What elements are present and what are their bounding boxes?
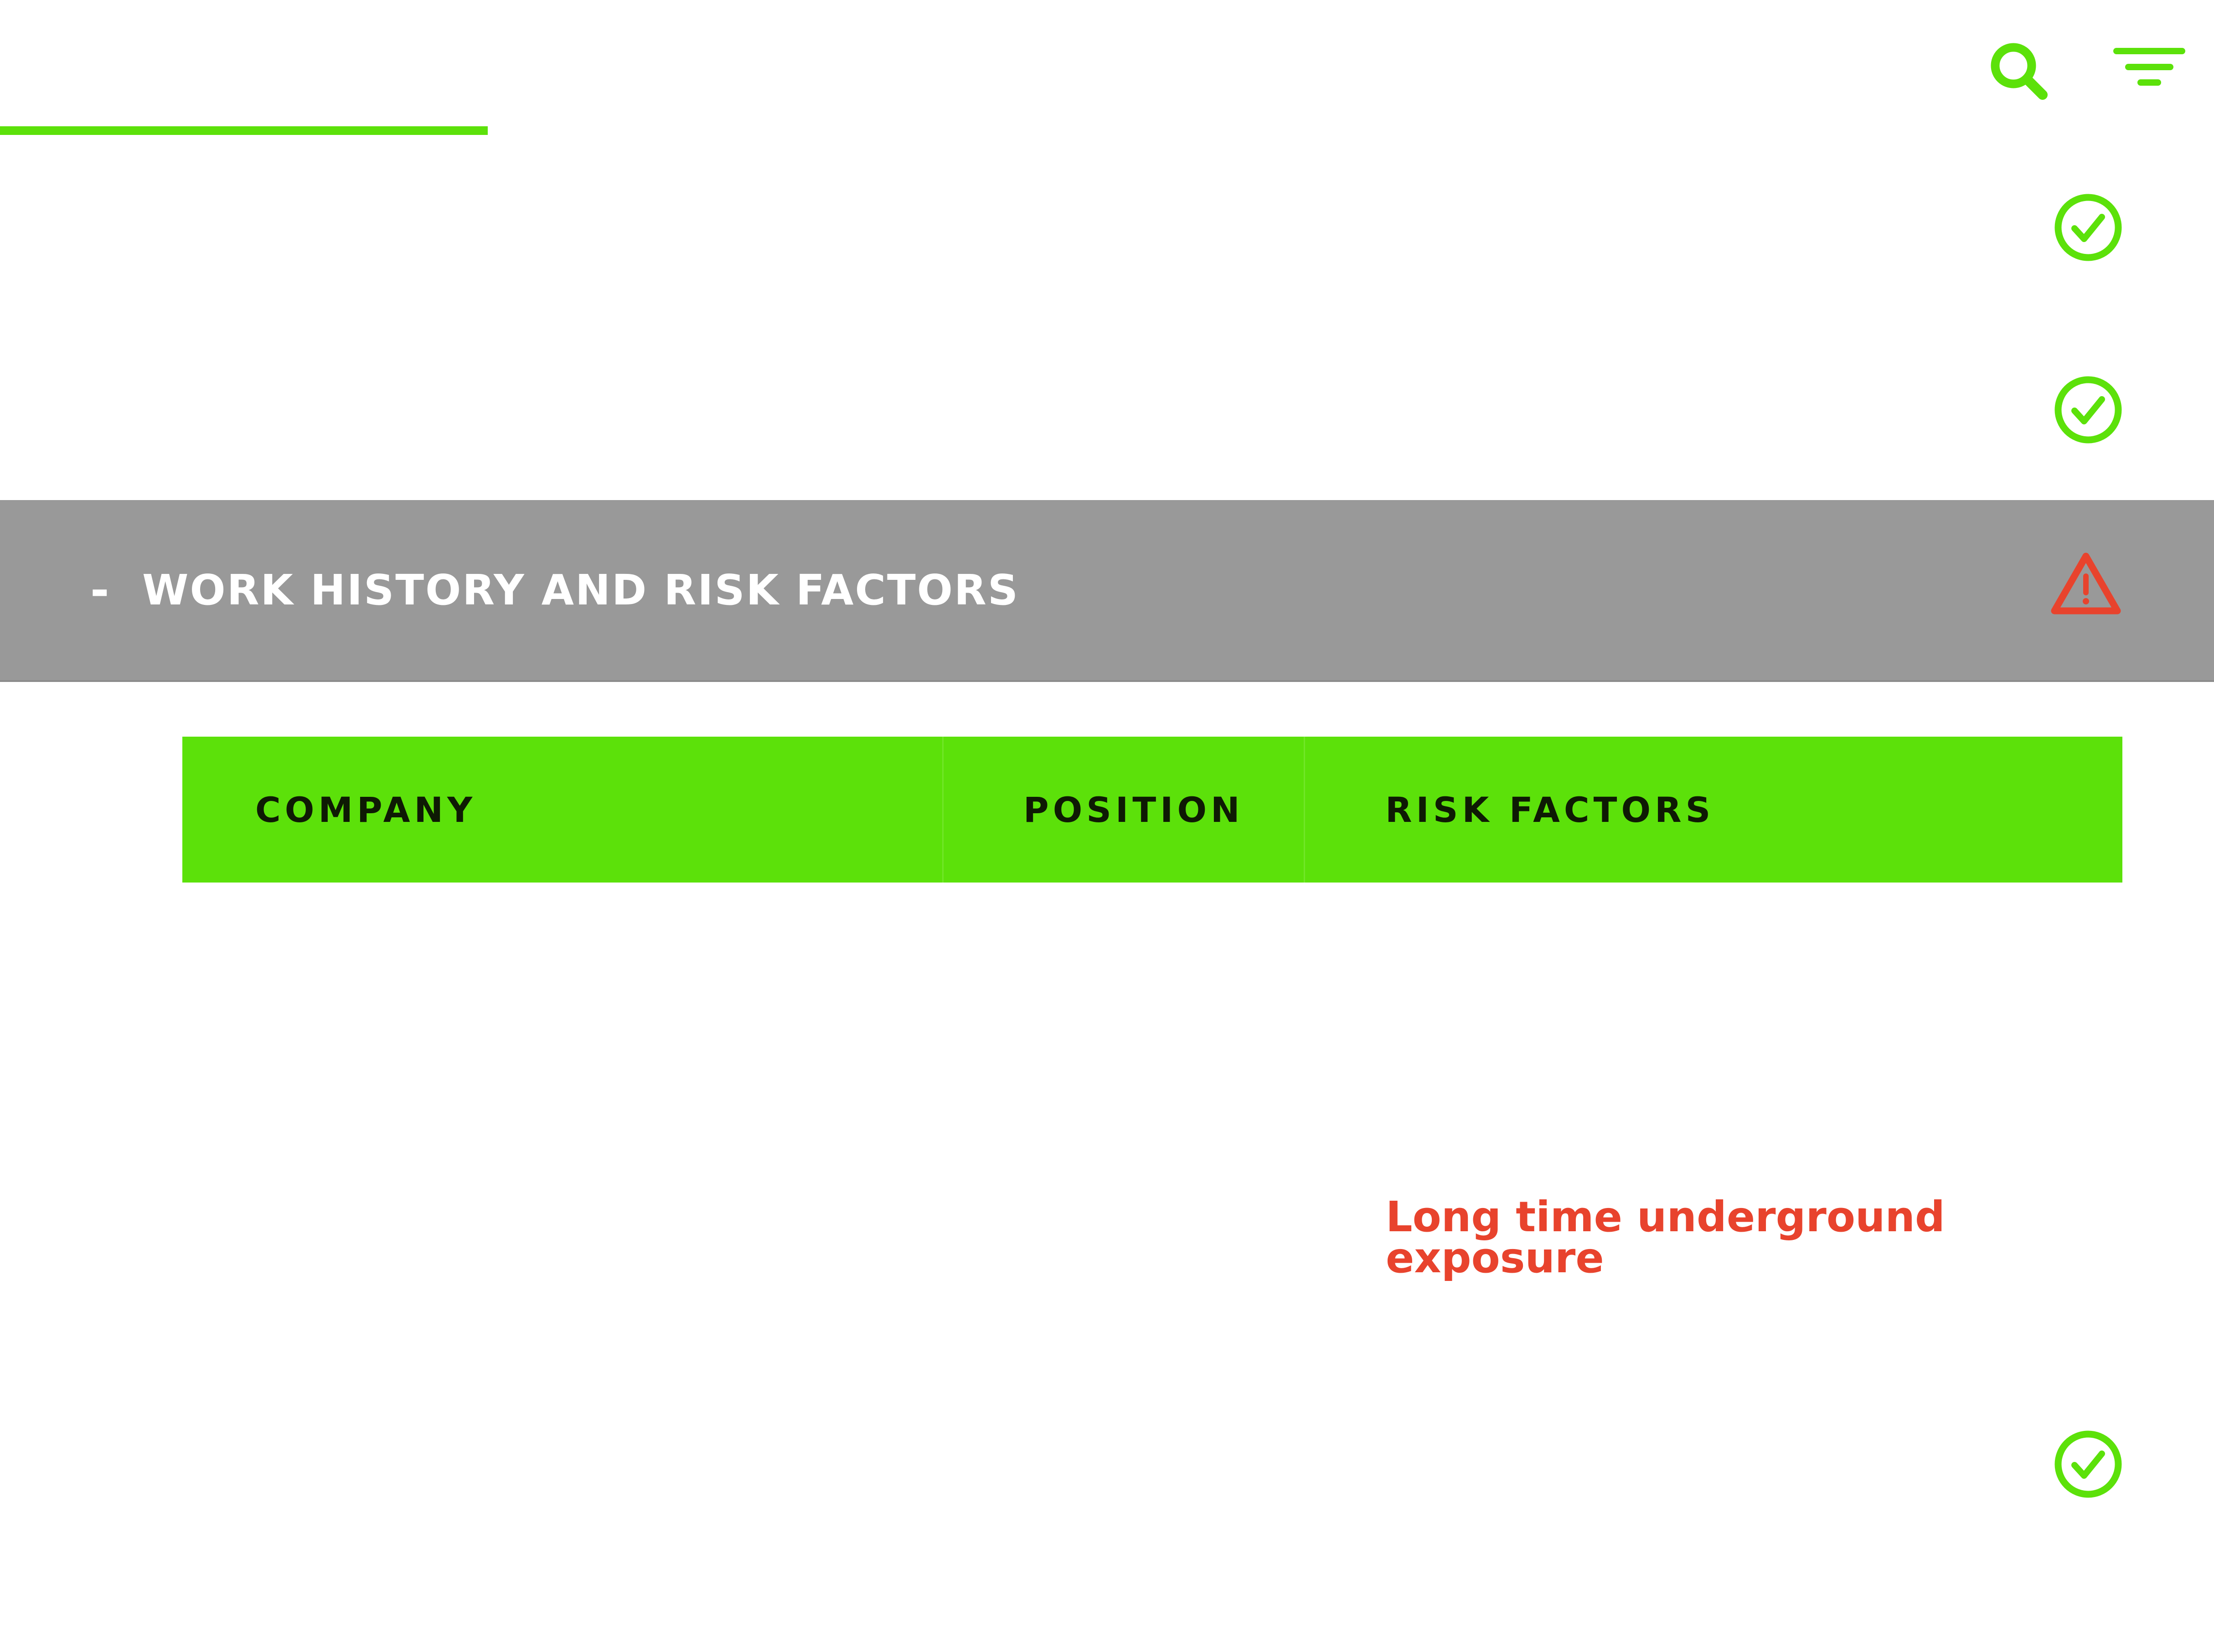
check-circle-icon [2053,1429,2124,1500]
warning-triangle-icon [2049,550,2123,617]
column-header-position[interactable]: POSITION [944,737,1305,883]
search-icon[interactable] [1985,37,2054,106]
active-tab-indicator [0,126,488,135]
column-header-risk-factors[interactable]: RISK FACTORS [1305,737,2122,883]
check-circle-icon [2053,374,2124,445]
check-circle-icon [2053,192,2124,263]
filter-icon[interactable] [2111,42,2188,92]
page: - WORK HISTORY AND RISK FACTORS COMPANY … [0,0,2214,1652]
section-title: WORK HISTORY AND RISK FACTORS [142,566,1020,614]
table-header: COMPANY POSITION RISK FACTORS [182,737,2122,883]
column-header-company[interactable]: COMPANY [182,737,944,883]
collapse-toggle[interactable]: - [90,568,109,613]
risk-factor-value: Long time underground exposure [1386,1193,1945,1282]
